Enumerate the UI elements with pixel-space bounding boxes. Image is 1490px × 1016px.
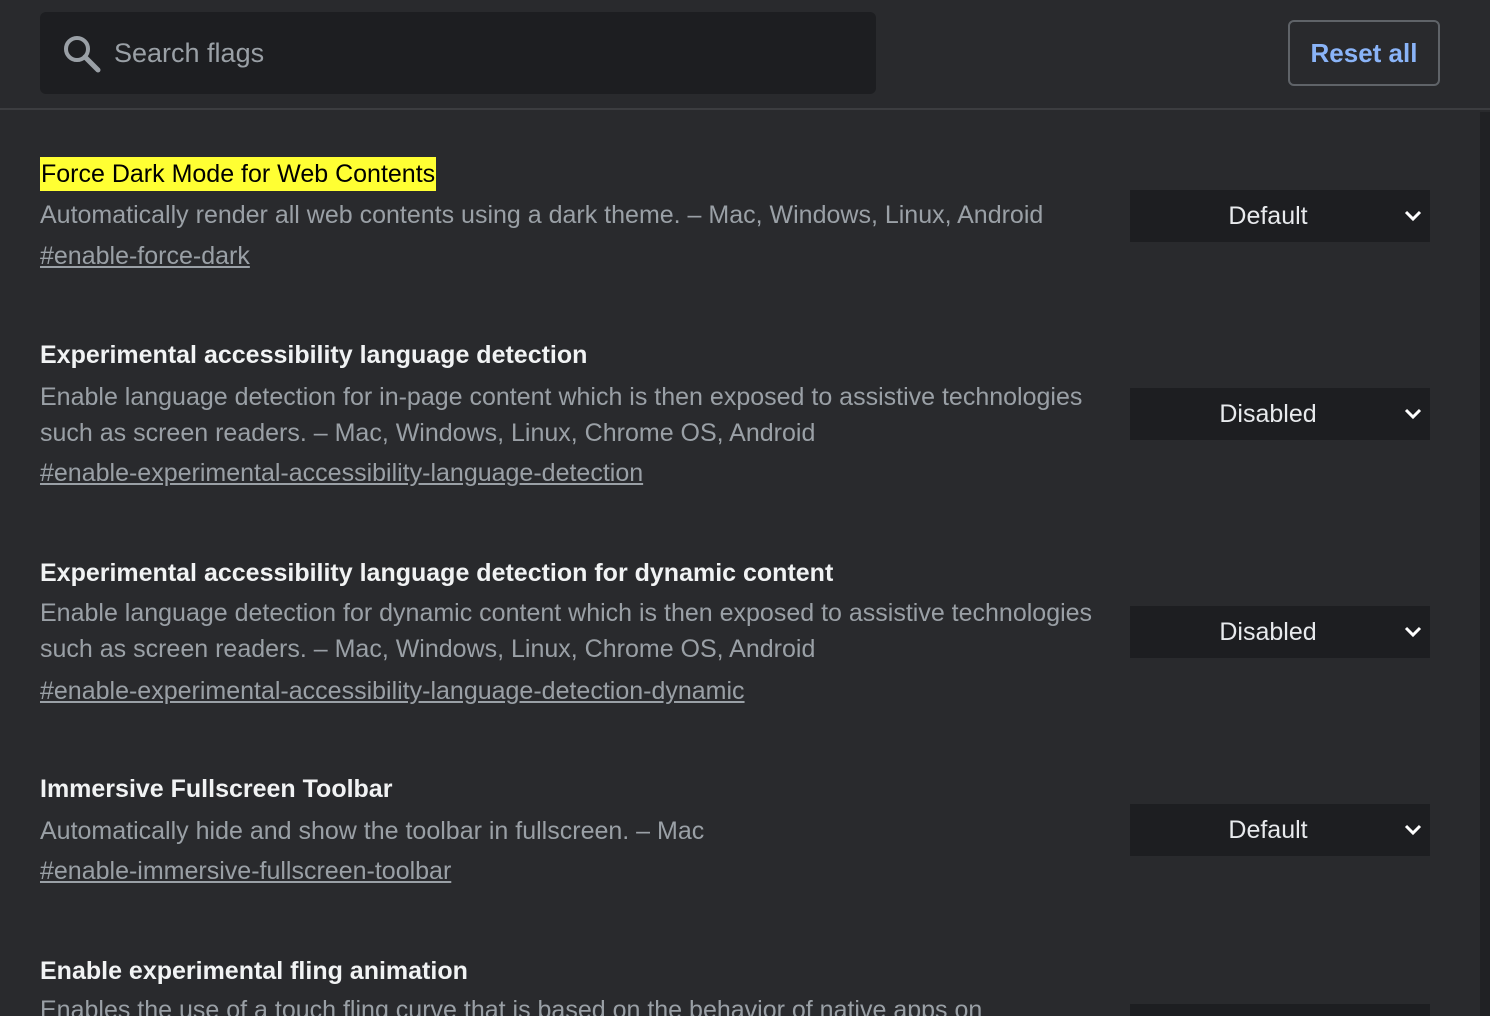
select-value: Default: [1228, 202, 1308, 230]
select-value: Disabled: [1219, 400, 1317, 428]
flag-title: Force Dark Mode for Web Contents: [40, 157, 437, 191]
flag-description: Enable language detection for in-page co…: [40, 383, 1083, 447]
flag-link[interactable]: #enable-immersive-fullscreen-toolbar: [40, 854, 451, 888]
scrollbar[interactable]: [1480, 112, 1490, 1016]
flag-link[interactable]: #enable-force-dark: [40, 239, 250, 273]
flag-state-select[interactable]: Default: [1130, 804, 1430, 856]
chevron-down-icon: [1404, 408, 1422, 420]
flag-title: Experimental accessibility language dete…: [40, 559, 834, 587]
search-input[interactable]: [114, 26, 854, 80]
flag-state-select[interactable]: Default: [1130, 190, 1430, 242]
flag-description: Automatically hide and show the toolbar …: [40, 817, 705, 845]
flag-description: Enables the use of a touch fling curve t…: [40, 996, 983, 1016]
chevron-down-icon: [1404, 210, 1422, 222]
chevron-down-icon: [1404, 626, 1422, 638]
select-value: Disabled: [1219, 618, 1317, 646]
flag-state-select[interactable]: [1130, 1004, 1430, 1016]
chevron-down-icon: [1404, 824, 1422, 836]
flag-state-select[interactable]: Disabled: [1130, 606, 1430, 658]
flag-description: Enable language detection for dynamic co…: [40, 599, 1093, 663]
flag-link[interactable]: #enable-experimental-accessibility-langu…: [40, 674, 745, 708]
reset-all-button[interactable]: Reset all: [1288, 20, 1440, 86]
flag-state-select[interactable]: Disabled: [1130, 388, 1430, 440]
select-value: Default: [1228, 816, 1308, 844]
flag-title: Immersive Fullscreen Toolbar: [40, 775, 393, 803]
flags-header: Reset all: [0, 0, 1490, 110]
flag-title: Experimental accessibility language dete…: [40, 341, 588, 369]
flag-link[interactable]: #enable-experimental-accessibility-langu…: [40, 456, 643, 490]
flag-title: Enable experimental fling animation: [40, 957, 468, 985]
search-icon: [64, 36, 101, 73]
flag-description: Automatically render all web contents us…: [40, 201, 1044, 229]
